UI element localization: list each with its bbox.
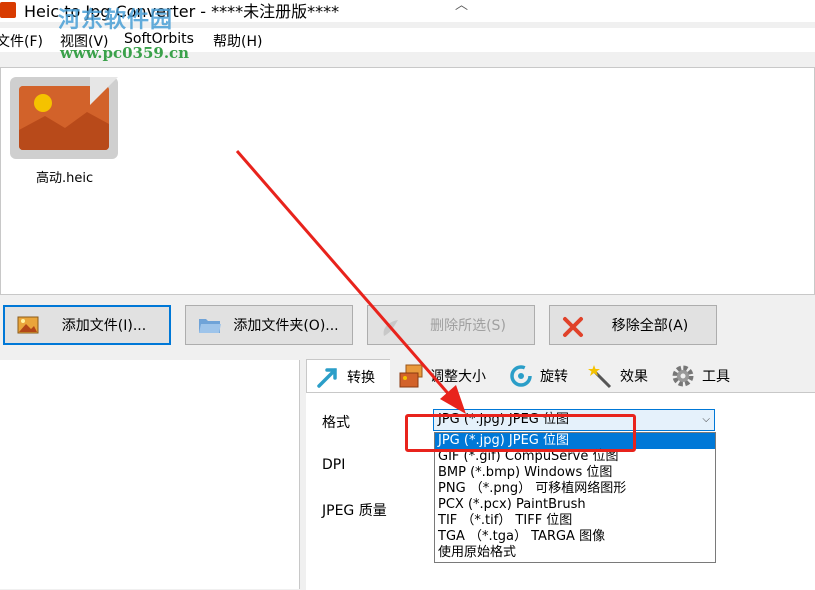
magic-wand-icon bbox=[588, 363, 614, 389]
tab-effects[interactable]: 效果 bbox=[580, 359, 660, 393]
collapse-icon[interactable]: ︿ bbox=[455, 0, 468, 13]
watermark-logo: 河东软件园 bbox=[58, 7, 174, 33]
resize-icon bbox=[398, 363, 424, 389]
dpi-label: DPI bbox=[322, 457, 346, 473]
tab-resize-label: 调整大小 bbox=[430, 369, 486, 385]
remove-all-label: 移除全部(A) bbox=[611, 318, 689, 334]
format-option-png[interactable]: PNG （*.png） 可移植网络图形 bbox=[435, 481, 715, 497]
tab-resize[interactable]: 调整大小 bbox=[390, 359, 498, 393]
format-label: 格式 bbox=[322, 415, 350, 431]
watermark-url: www.pc0359.cn bbox=[60, 44, 190, 62]
tab-convert-label: 转换 bbox=[347, 370, 375, 386]
tab-rotate-label: 旋转 bbox=[540, 369, 568, 385]
page-fold bbox=[90, 77, 118, 105]
remove-all-button[interactable]: 移除全部(A) bbox=[549, 305, 717, 345]
remove-selected-button[interactable]: 删除所选(S) bbox=[367, 305, 535, 345]
preview-pane bbox=[0, 360, 300, 589]
file-name[interactable]: 高动.heic bbox=[36, 167, 93, 186]
add-file-button[interactable]: 添加文件(I)... bbox=[3, 305, 171, 345]
gear-icon bbox=[670, 363, 696, 389]
format-option-tif[interactable]: TIF （*.tif） TIFF 位图 bbox=[435, 513, 715, 529]
tab-tools-label: 工具 bbox=[702, 369, 730, 385]
add-folder-label: 添加文件夹(O)... bbox=[233, 318, 339, 334]
remove-selected-label: 删除所选(S) bbox=[430, 318, 506, 334]
tab-convert[interactable]: 转换 bbox=[306, 359, 392, 394]
add-file-label: 添加文件(I)... bbox=[61, 318, 147, 334]
app-icon bbox=[0, 2, 16, 18]
tab-tools[interactable]: 工具 bbox=[662, 359, 740, 393]
rotate-icon bbox=[508, 363, 534, 389]
format-option-tga[interactable]: TGA （*.tga） TARGA 图像 bbox=[435, 529, 715, 545]
menu-help[interactable]: 帮助(H) bbox=[213, 31, 262, 51]
format-option-pcx[interactable]: PCX (*.pcx) PaintBrush bbox=[435, 497, 715, 513]
image-icon bbox=[17, 316, 39, 334]
folder-icon bbox=[198, 316, 221, 334]
add-folder-button[interactable]: 添加文件夹(O)... bbox=[185, 305, 353, 345]
tab-rotate[interactable]: 旋转 bbox=[500, 359, 578, 393]
annotation-highlight-box bbox=[405, 414, 636, 452]
tab-effects-label: 效果 bbox=[620, 369, 648, 385]
format-option-original[interactable]: 使用原始格式 bbox=[435, 545, 715, 561]
format-option-bmp[interactable]: BMP (*.bmp) Windows 位图 bbox=[435, 465, 715, 481]
file-list[interactable] bbox=[0, 67, 815, 295]
convert-icon bbox=[315, 364, 341, 390]
broom-icon bbox=[380, 316, 402, 336]
chevron-down-icon[interactable]: ⌵ bbox=[702, 410, 710, 430]
jpeg-quality-label: JPEG 质量 bbox=[322, 503, 387, 519]
menu-file[interactable]: 文件(F) bbox=[0, 31, 43, 51]
close-icon bbox=[562, 316, 584, 337]
